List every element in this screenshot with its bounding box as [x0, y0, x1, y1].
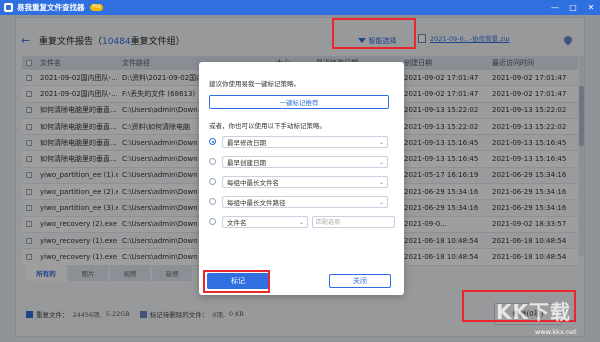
- strategy-select-value: 每组中最长文件名: [227, 178, 279, 187]
- radio-icon[interactable]: [209, 178, 216, 185]
- pro-badge: Pro: [89, 4, 104, 11]
- chevron-down-icon: ⌄: [298, 218, 304, 226]
- option-longest-path[interactable]: 每组中最长文件路径 ⌄: [209, 195, 395, 208]
- app-title: 易我重复文件查找器: [17, 3, 85, 12]
- radio-icon[interactable]: [209, 158, 216, 165]
- radio-icon[interactable]: [209, 198, 216, 205]
- dialog-prompt: 建议你使用易我一键标记策略。: [209, 80, 300, 88]
- title-bar: 易我重复文件查找器 Pro — □ ✕: [0, 0, 600, 15]
- app-logo-icon: [4, 3, 13, 12]
- option-longest-filename[interactable]: 每组中最长文件名 ⌄: [209, 175, 395, 188]
- chevron-down-icon: ⌄: [378, 158, 384, 166]
- strategy-select[interactable]: 最早创建日期 ⌄: [222, 155, 388, 168]
- dialog-close-button[interactable]: 关闭: [329, 274, 391, 288]
- chevron-down-icon: ⌄: [378, 178, 384, 186]
- dialog-or-text: 或者，你也可以使用以下手动标记策略。: [209, 122, 326, 130]
- custom-field-value: 文件名: [227, 218, 247, 227]
- watermark-logo: KK下载: [496, 300, 571, 324]
- one-key-mark-button[interactable]: 一键标记推荐: [209, 95, 389, 109]
- strategy-select-value: 最早修改日期: [227, 138, 266, 147]
- strategy-select[interactable]: 每组中最长文件名 ⌄: [222, 175, 388, 188]
- close-window-button[interactable]: ✕: [582, 0, 600, 15]
- radio-icon[interactable]: [209, 218, 216, 225]
- match-input[interactable]: 匹配选项: [312, 215, 395, 228]
- watermark-url: www.kkx.net: [535, 328, 577, 336]
- radio-selected-icon[interactable]: [209, 138, 216, 145]
- window-controls: — □ ✕: [546, 0, 600, 15]
- strategy-select[interactable]: 每组中最长文件路径 ⌄: [222, 195, 388, 208]
- custom-field-select[interactable]: 文件名 ⌄: [222, 215, 308, 228]
- chevron-down-icon: ⌄: [378, 198, 384, 206]
- highlight-mark-button: [203, 270, 270, 293]
- strategy-select-value: 最早创建日期: [227, 158, 266, 167]
- option-custom-match[interactable]: 文件名 ⌄ 匹配选项: [209, 215, 395, 228]
- option-earliest-modified[interactable]: 最早修改日期 ⌄: [209, 135, 395, 148]
- smart-mark-dialog: 建议你使用易我一键标记策略。 一键标记推荐 或者，你也可以使用以下手动标记策略。…: [199, 62, 404, 295]
- strategy-select-value: 每组中最长文件路径: [227, 198, 286, 207]
- option-earliest-created[interactable]: 最早创建日期 ⌄: [209, 155, 395, 168]
- maximize-button[interactable]: □: [564, 0, 582, 15]
- strategy-select[interactable]: 最早修改日期 ⌄: [222, 135, 388, 148]
- chevron-down-icon: ⌄: [378, 138, 384, 146]
- minimize-button[interactable]: —: [546, 0, 564, 15]
- highlight-smart-select: [332, 18, 416, 49]
